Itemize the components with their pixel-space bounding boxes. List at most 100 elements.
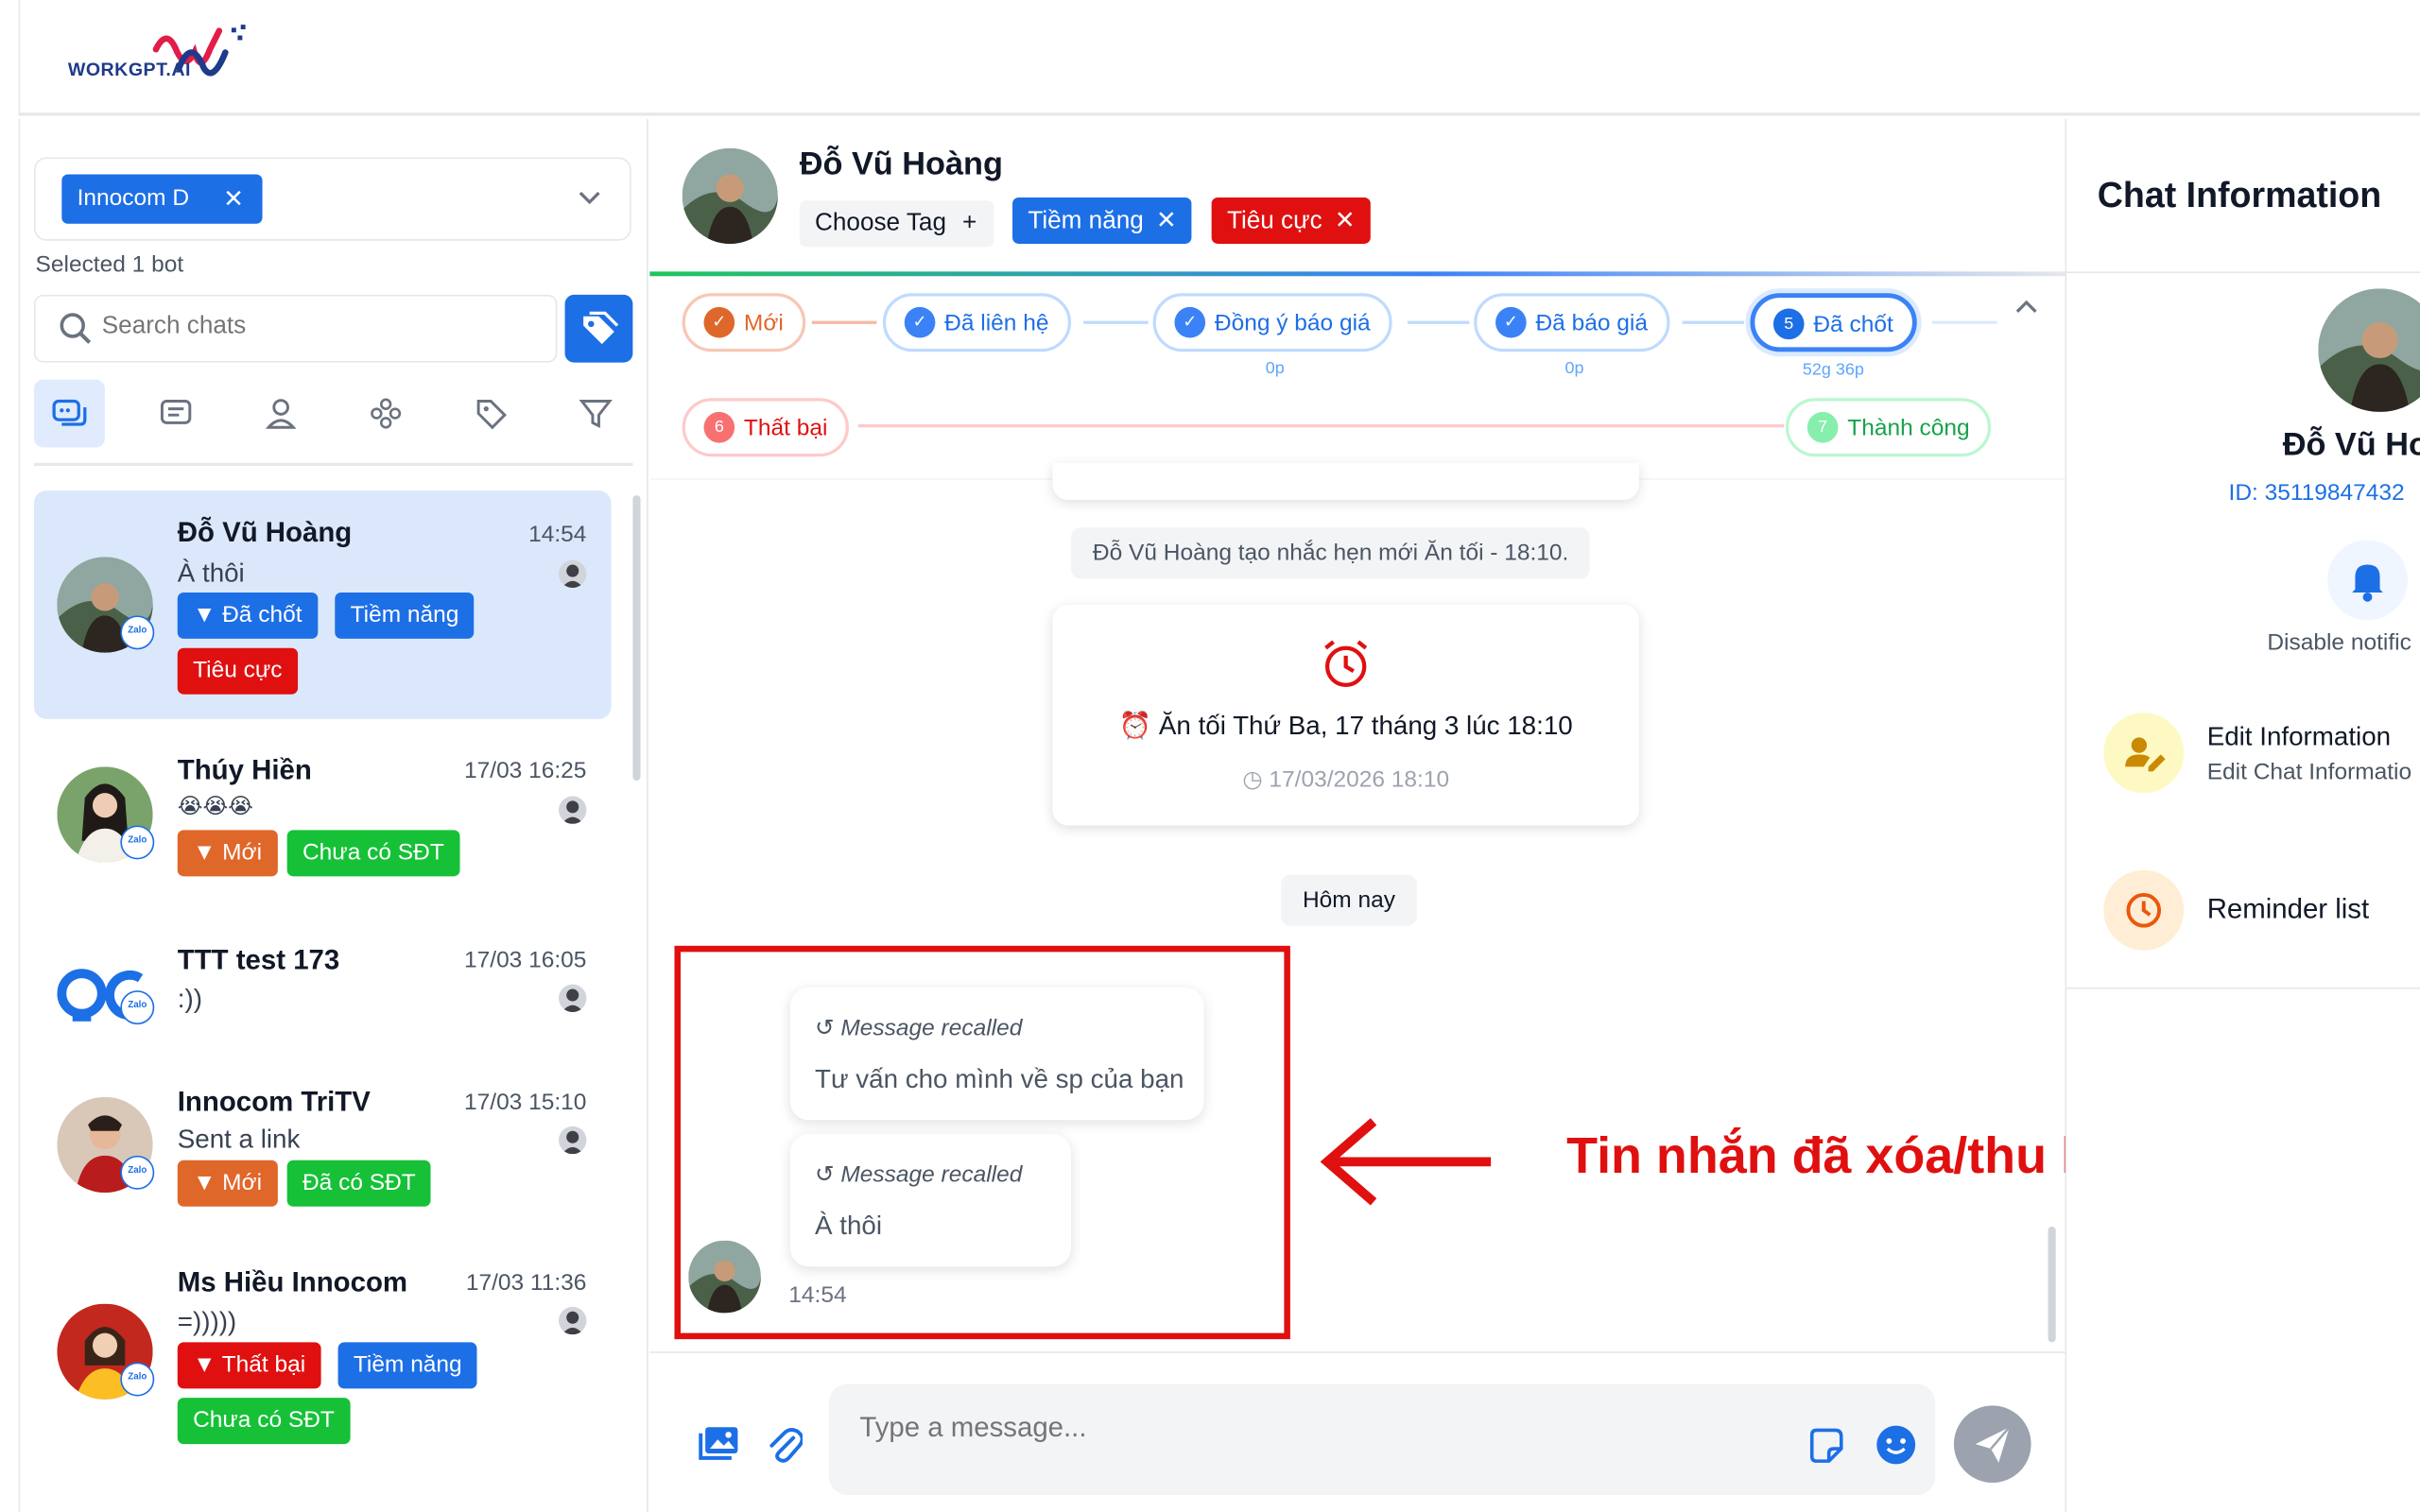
tag-stage[interactable]: ▼ Đã chốt	[177, 592, 318, 639]
chat-item[interactable]: Zalo Thúy Hiền 17/03 16:25 😭😭😭 ▼ Mới Chư…	[34, 741, 612, 911]
choose-tag-button[interactable]: Choose Tag +	[799, 200, 994, 248]
stage-da-bao-gia[interactable]: ✓ Đã báo giá	[1474, 293, 1669, 352]
tab-funnel[interactable]	[561, 380, 631, 448]
chat-last-message: :))	[177, 984, 202, 1014]
reminder-list-label[interactable]: Reminder list	[2207, 893, 2369, 925]
chats-icon	[52, 399, 87, 426]
sticker-icon[interactable]	[1806, 1426, 1845, 1466]
stage-duration: 52g 36p	[1802, 361, 1864, 380]
zalo-badge-icon: Zalo	[120, 1155, 155, 1190]
chat-time: 17/03 16:25	[464, 757, 587, 784]
stage-da-lien-he[interactable]: ✓ Đã liên hệ	[882, 293, 1071, 352]
attachment-icon[interactable]	[766, 1422, 803, 1466]
tab-groups[interactable]	[351, 380, 422, 448]
info-name: Đỗ Vũ Ho	[2282, 427, 2420, 463]
header-tag[interactable]: Tiềm năng ✕	[1012, 197, 1193, 244]
image-upload-icon[interactable]	[698, 1424, 741, 1464]
send-button[interactable]	[1953, 1405, 2031, 1483]
message-input[interactable]	[859, 1411, 1724, 1445]
remove-tag-icon[interactable]: ✕	[1156, 208, 1177, 234]
contact-avatar[interactable]	[682, 147, 778, 244]
tag-stage[interactable]: ▼ Mới	[177, 1160, 278, 1207]
stage-duration: 0p	[1564, 359, 1584, 378]
tab-tags[interactable]	[456, 380, 527, 448]
tab-messages[interactable]	[141, 380, 212, 448]
agent-avatar	[559, 796, 587, 824]
divider	[2065, 987, 2420, 989]
tag[interactable]: Tiềm năng	[335, 592, 475, 639]
chevron-down-icon[interactable]	[578, 185, 602, 210]
chat-item[interactable]: Zalo TTT test 173 17/03 16:05 :))	[34, 932, 612, 1056]
tab-person[interactable]	[246, 380, 317, 448]
top-bar	[18, 0, 2420, 116]
bot-chip[interactable]: Innocom D ✕	[61, 174, 263, 224]
previous-card	[1052, 462, 1639, 500]
message-input-wrap[interactable]	[828, 1383, 1936, 1496]
emoji-icon[interactable]	[1876, 1424, 1917, 1466]
check-icon: ✓	[1495, 306, 1527, 337]
tag[interactable]: Đã có SĐT	[286, 1160, 432, 1207]
chat-item[interactable]: Zalo Ms Hiều Innocom 17/03 11:36 =))))) …	[34, 1253, 612, 1453]
send-icon	[1975, 1426, 2011, 1463]
stage-number: 5	[1772, 307, 1805, 339]
tab-all-chats[interactable]	[33, 379, 106, 448]
tag-stage[interactable]: ▼ Mới	[177, 830, 278, 877]
stage-connector	[857, 423, 1785, 428]
scrollbar[interactable]	[632, 495, 641, 782]
remove-tag-icon[interactable]: ✕	[1335, 208, 1356, 234]
stage-connector	[1932, 320, 1997, 324]
zalo-badge-icon: Zalo	[120, 990, 155, 1025]
stage-label: Đồng ý báo giá	[1214, 310, 1371, 336]
reminder-card: ⏰ Ăn tối Thứ Ba, 17 tháng 3 lúc 18:10 ◷ …	[1052, 604, 1639, 826]
chat-last-message: =)))))	[177, 1306, 237, 1336]
stage-duration: 0p	[1265, 359, 1285, 378]
stage-thanh-cong[interactable]: 7 Thành công	[1785, 398, 1992, 457]
system-message: Đỗ Vũ Hoàng tạo nhắc hẹn mới Ăn tối - 18…	[1071, 527, 1591, 579]
scrollbar[interactable]	[2048, 1226, 2056, 1343]
tag-icon	[583, 311, 619, 345]
funnel-icon	[579, 400, 613, 428]
reminder-list-button[interactable]	[2103, 869, 2185, 951]
plus-icon: +	[962, 210, 977, 236]
stage-that-bai[interactable]: 6 Thất bại	[682, 398, 850, 457]
stage-label: Mới	[743, 310, 784, 336]
chat-name: Ms Hiều Innocom	[177, 1266, 408, 1298]
tag[interactable]: Chưa có SĐT	[177, 1398, 351, 1445]
tag-stage[interactable]: ▼ Thất bại	[177, 1342, 321, 1389]
tag[interactable]: Chưa có SĐT	[286, 830, 460, 877]
annotation-arrow-icon	[1320, 1118, 1492, 1206]
chevron-up-icon[interactable]	[2014, 298, 2039, 317]
check-icon: ✓	[904, 306, 936, 337]
user-icon	[265, 399, 297, 429]
agent-avatar	[559, 984, 587, 1013]
tag[interactable]: Tiêu cực	[177, 647, 298, 695]
chat-last-message: Sent a link	[177, 1125, 301, 1155]
clock-icon: ◷	[1242, 766, 1270, 794]
selected-bot-count: Selected 1 bot	[35, 251, 184, 278]
header-tag[interactable]: Tiêu cực ✕	[1211, 197, 1371, 244]
edit-info-title[interactable]: Edit Information	[2207, 722, 2391, 753]
header-tag-label: Tiềm năng	[1028, 208, 1144, 235]
tag-filter-button[interactable]	[564, 294, 633, 363]
stage-dong-y-bao-gia[interactable]: ✓ Đồng ý báo giá	[1152, 293, 1392, 352]
stage-label: Đã báo giá	[1535, 310, 1648, 336]
stage-number: 6	[703, 411, 735, 442]
edit-info-button[interactable]	[2103, 713, 2185, 794]
chat-item[interactable]: Zalo Innocom TriTV 17/03 15:10 Sent a li…	[34, 1074, 612, 1228]
zalo-badge-icon: Zalo	[120, 1362, 155, 1397]
tag[interactable]: Tiềm năng	[337, 1342, 477, 1389]
notification-toggle-button[interactable]	[2327, 540, 2408, 621]
agent-avatar	[559, 1306, 587, 1335]
reminder-datetime-text: 17/03/2026 18:10	[1269, 766, 1450, 794]
clock-icon	[2126, 892, 2162, 928]
stage-da-chot[interactable]: 5 Đã chốt	[1750, 293, 1917, 352]
stage-moi[interactable]: ✓ Mới	[682, 293, 805, 352]
zalo-badge-icon: Zalo	[120, 825, 155, 860]
remove-bot-icon[interactable]: ✕	[223, 183, 244, 215]
chat-time: 14:54	[528, 521, 587, 548]
search-input[interactable]	[101, 313, 534, 341]
chat-time: 17/03 16:05	[464, 947, 587, 974]
tag-outline-icon	[476, 400, 507, 430]
chat-item-selected[interactable]: Zalo Đỗ Vũ Hoàng 14:54 À thôi ▼ Đã chốt …	[33, 490, 612, 719]
edit-info-subtitle: Edit Chat Informatio	[2206, 759, 2412, 786]
